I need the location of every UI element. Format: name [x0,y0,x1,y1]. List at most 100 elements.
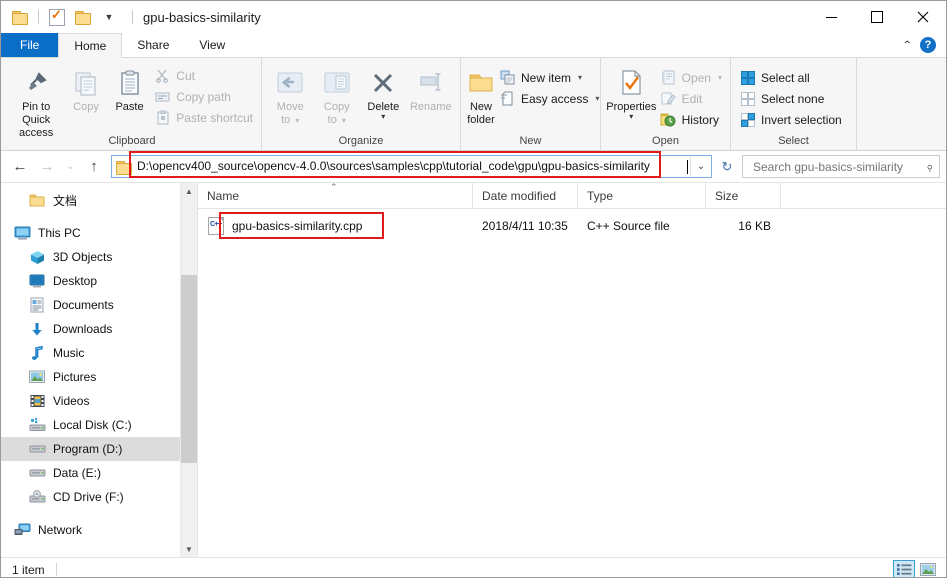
scroll-up-arrow-icon[interactable]: ▲ [181,183,197,199]
table-row[interactable]: C++ gpu-basics-similarity.cpp 2018/4/11 … [198,215,946,237]
address-bar[interactable]: ⌄ [111,155,712,178]
delete-caret-icon[interactable]: ▾ [381,113,385,121]
select-small-commands: Select all Select none Invert selection [736,61,845,129]
new-small-commands: New item ▾ Easy access ▾ [496,61,602,108]
copy-to-button[interactable]: Copy to ▾ [314,61,361,127]
paste-button[interactable]: Paste [108,61,151,114]
new-item-icon [499,70,516,86]
large-icons-view-button[interactable] [917,560,939,578]
back-button[interactable]: ← [7,154,33,180]
navigation-scrollbar[interactable]: ▲ ▼ [180,183,197,557]
qat-properties-button[interactable] [46,6,68,28]
properties-button[interactable]: Properties ▾ [606,61,657,121]
delete-icon [369,65,397,101]
file-name-cell[interactable]: C++ gpu-basics-similarity.cpp [198,217,473,235]
music-icon [28,345,46,361]
easy-access-button[interactable]: Easy access ▾ [496,89,602,108]
ribbon-group-new-label: New [519,135,542,147]
address-input[interactable] [137,157,687,176]
qat-customize-button[interactable]: ▼ [98,6,120,28]
search-box[interactable]: ⌕ [742,155,940,178]
edit-icon [660,91,677,107]
sidebar-item-label: Desktop [53,274,98,288]
close-button[interactable] [900,1,946,33]
main-area: 文档 This PC 3D Objects Desktop Documents … [1,182,946,557]
properties-caret-icon[interactable]: ▾ [629,113,633,121]
sidebar-item-network[interactable]: Network [1,518,197,542]
details-view-button[interactable] [893,559,915,577]
sidebar-item-local-disk-c[interactable]: Local Disk (C:) [1,413,197,437]
column-header-size[interactable]: Size [706,183,781,208]
copy-label: Copy [73,101,99,113]
forward-button[interactable]: → [34,154,60,180]
sidebar-item-music[interactable]: Music [1,341,197,365]
qat-folder-button[interactable] [9,6,31,28]
open-caret-icon[interactable]: ▾ [718,73,722,82]
open-button[interactable]: Open ▾ [657,68,725,87]
recent-locations-button[interactable]: ⌄ [61,154,80,180]
paste-label: Paste [115,101,144,113]
column-header-date-modified[interactable]: Date modified [473,183,578,208]
properties-icon [49,7,65,26]
new-folder-button[interactable]: New folder [466,61,496,127]
sidebar-item-3d-objects[interactable]: 3D Objects [1,245,197,269]
easy-access-caret-icon[interactable]: ▾ [595,94,599,103]
move-to-button[interactable]: Move to ▾ [267,61,314,127]
edit-label: Edit [681,91,703,106]
search-input[interactable] [751,158,926,175]
move-to-icon [274,65,306,101]
sidebar-item-label: Network [38,523,83,537]
sidebar-item-label: Documents [53,298,114,312]
sidebar-item-desktop[interactable]: Desktop [1,269,197,293]
ribbon-tab-actions: ⌃ ? [901,33,942,57]
column-header-name[interactable]: Name ⌃ [198,183,473,208]
select-all-label: Select all [761,70,810,85]
sidebar-item-label: Pictures [53,370,97,384]
delete-button[interactable]: Delete ▾ [360,61,407,121]
easy-access-icon [499,91,516,107]
copy-button[interactable]: Copy [64,61,107,114]
paste-shortcut-button[interactable]: Paste shortcut [151,108,256,127]
qat-divider [38,10,39,24]
help-icon[interactable]: ? [920,37,936,53]
copy-path-button[interactable]: Copy path [151,87,256,106]
collapse-ribbon-icon[interactable]: ⌃ [901,40,912,51]
tab-file[interactable]: File [1,33,59,57]
drive-icon [28,465,46,481]
sidebar-item-this-pc[interactable]: This PC [1,221,197,245]
pin-to-quick-access-button[interactable]: Pin to Quick access [8,61,64,140]
invert-selection-button[interactable]: Invert selection [736,110,845,129]
select-all-icon [739,70,756,86]
file-size-cell: 16 KB [738,219,771,233]
select-none-button[interactable]: Select none [736,89,845,108]
scrollbar-thumb[interactable] [181,275,197,463]
sidebar-item-videos[interactable]: Videos [1,389,197,413]
tab-home[interactable]: Home [58,33,123,58]
sidebar-item-cd-drive-f[interactable]: CD Drive (F:) [1,485,197,509]
cut-button[interactable]: Cut [151,66,256,85]
column-header-type[interactable]: Type [578,183,706,208]
scroll-down-arrow-icon[interactable]: ▼ [181,541,197,557]
select-all-button[interactable]: Select all [736,68,845,87]
tab-share[interactable]: Share [122,33,184,57]
minimize-button[interactable] [808,1,854,33]
history-icon [660,112,677,128]
new-item-caret-icon[interactable]: ▾ [578,73,582,82]
refresh-button[interactable]: ↻ [717,159,737,175]
edit-button[interactable]: Edit [657,89,725,108]
history-button[interactable]: History [657,110,725,129]
sidebar-item-documents-zh[interactable]: 文档 [1,188,197,212]
sidebar-item-program-d[interactable]: Program (D:) [1,437,197,461]
rename-button[interactable]: Rename [407,61,455,114]
window-title: gpu-basics-similarity [143,9,261,25]
sidebar-item-downloads[interactable]: Downloads [1,317,197,341]
maximize-button[interactable] [854,1,900,33]
address-dropdown-icon[interactable]: ⌄ [690,156,711,177]
up-button[interactable]: ↑ [81,154,107,180]
sidebar-item-data-e[interactable]: Data (E:) [1,461,197,485]
sidebar-item-pictures[interactable]: Pictures [1,365,197,389]
new-item-button[interactable]: New item ▾ [496,68,602,87]
sidebar-item-documents[interactable]: Documents [1,293,197,317]
tab-view[interactable]: View [184,33,240,57]
qat-new-folder-button[interactable] [72,6,94,28]
